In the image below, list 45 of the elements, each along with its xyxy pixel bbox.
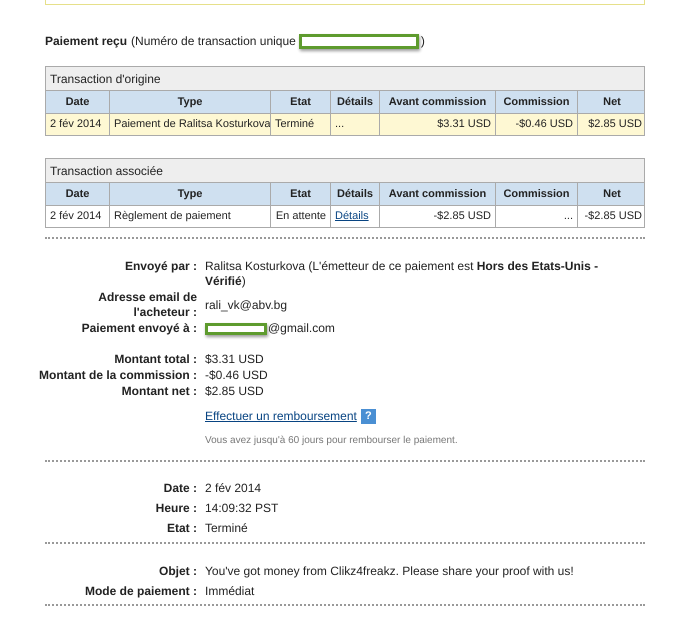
- field-label: Montant net :: [120, 384, 197, 399]
- table-cell-text: 2 fév 2014: [50, 209, 102, 224]
- table-cell-text: 2 fév 2014: [50, 117, 102, 132]
- table-cell-text: En attente: [276, 209, 326, 224]
- field-value: $3.31 USD: [205, 352, 264, 367]
- field-label: Heure :: [154, 501, 197, 516]
- table-cell-text: Règlement de paiement: [114, 209, 231, 224]
- transaction-label: (Numéro de transaction unique: [131, 33, 296, 50]
- field-value: 14:09:32 PST: [205, 501, 278, 516]
- field-label: Paiement envoyé à :: [80, 321, 197, 336]
- field-label: Etat :: [166, 521, 197, 536]
- field-label: Envoyé par :: [124, 259, 197, 275]
- field-value: rali_vk@abv.bg: [205, 298, 287, 312]
- field-value: @gmail.com: [268, 321, 335, 336]
- field-value: $2.85 USD: [205, 384, 264, 399]
- field-label: Montant total :: [113, 352, 197, 367]
- details-link[interactable]: Détails: [335, 208, 369, 225]
- field-value: Terminé: [205, 521, 248, 536]
- table-caption: Transaction d'origine: [46, 67, 644, 91]
- field-label: Mode de paiement :: [84, 584, 197, 599]
- field-label: Date :: [162, 481, 197, 496]
- column-header: Date: [64, 186, 90, 202]
- field-value: Immédiat: [205, 584, 254, 599]
- column-header: Date: [64, 94, 90, 110]
- field-label: Montant de la commission :: [39, 368, 197, 383]
- field-value: Ralitsa Kosturkova (L'émetteur de ce paiement est Hors des Etats-Unis - Vérifié): [205, 259, 600, 289]
- refund-note: Vous avez jusqu'à 60 jours pour rembourser le paiement.: [205, 434, 459, 448]
- field-value: You've got money from Clikz4freakz. Please share your proof with us!: [205, 564, 574, 579]
- field-value: -$0.46 USD: [205, 368, 268, 383]
- table-caption: Transaction associée: [46, 159, 644, 183]
- table-cell-text: ...: [564, 209, 573, 224]
- field-label: Objet :: [158, 564, 197, 579]
- table-cell-text: Paiement de Ralitsa Kosturkova: [114, 117, 271, 132]
- table-cell-text: -$2.85 USD: [584, 209, 642, 224]
- field-value: 2 fév 2014: [205, 481, 262, 496]
- table-cell-text: -$2.85 USD: [434, 209, 491, 224]
- table-cell-text: $2.85 USD: [588, 117, 642, 132]
- section-title: Paiement reçu: [45, 33, 128, 50]
- closing-paren: ): [420, 33, 425, 50]
- refund-link[interactable]: Effectuer un remboursement: [205, 407, 357, 425]
- table-cell-text: Terminé: [275, 117, 314, 132]
- table-cell-text: ...: [335, 117, 344, 132]
- field-label: Adresse email de l'acheteur :: [97, 290, 197, 320]
- table-cell-text: $3.31 USD: [437, 117, 491, 132]
- table-cell-text: -$0.46 USD: [516, 117, 573, 132]
